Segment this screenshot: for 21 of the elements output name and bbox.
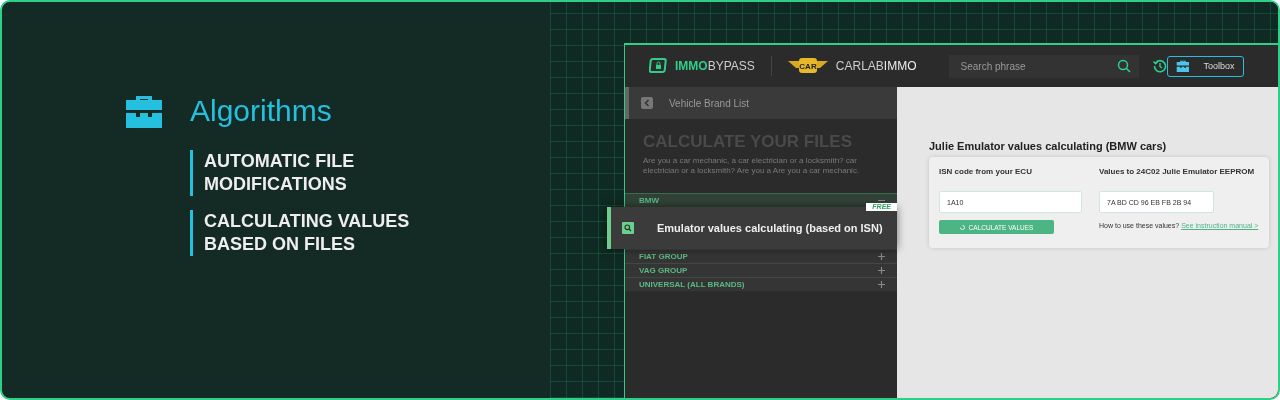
toolbox-button[interactable]: Toolbox bbox=[1166, 55, 1244, 77]
feature-text: AUTOMATIC FILE MODIFICATIONS bbox=[190, 150, 450, 196]
brand-label: BMW bbox=[639, 196, 659, 205]
logo[interactable]: CAR CARLABIMMO bbox=[787, 58, 917, 74]
back-label[interactable]: Vehicle Brand List bbox=[669, 97, 750, 109]
brand-item[interactable]: UNIVERSAL (ALL BRANDS) bbox=[625, 277, 897, 291]
logo[interactable]: IMMOBYPASS bbox=[649, 58, 755, 74]
field-label: ISN code from your ECU bbox=[939, 167, 1033, 176]
brand-label: VAG GROUP bbox=[639, 266, 688, 275]
brand-item[interactable]: VAG GROUP bbox=[625, 263, 897, 277]
search-field[interactable]: Search phrase bbox=[948, 54, 1139, 78]
brand-item[interactable]: FIAT GROUP bbox=[625, 249, 897, 263]
field-label: Values to 24C02 Julie Emulator EEPROM bbox=[1099, 167, 1256, 176]
hero-title: Algorithms bbox=[190, 94, 332, 128]
brand-label: UNIVERSAL (ALL BRANDS) bbox=[639, 280, 745, 289]
content-title: Julie Emulator values calculating (BMW cars) bbox=[929, 140, 1168, 152]
logo-text: IMMOBYPASS bbox=[675, 59, 755, 73]
algorithm-label: Emulator values calculating (based on ISN) bbox=[657, 222, 883, 234]
brand-label: FIAT GROUP bbox=[639, 252, 688, 261]
feature-text: CALCULATING VALUES BASED ON FILES bbox=[190, 210, 450, 256]
logo-text: CARLABIMMO bbox=[835, 59, 917, 73]
